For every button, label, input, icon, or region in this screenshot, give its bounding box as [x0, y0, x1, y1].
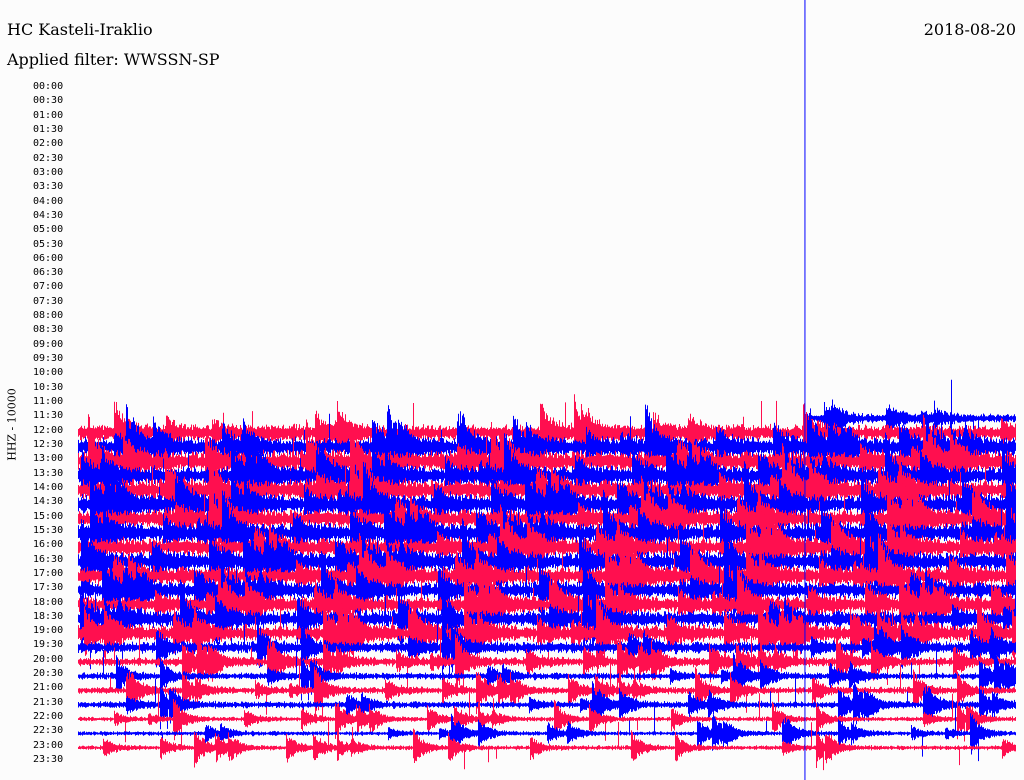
helicorder-plot — [78, 0, 1016, 780]
